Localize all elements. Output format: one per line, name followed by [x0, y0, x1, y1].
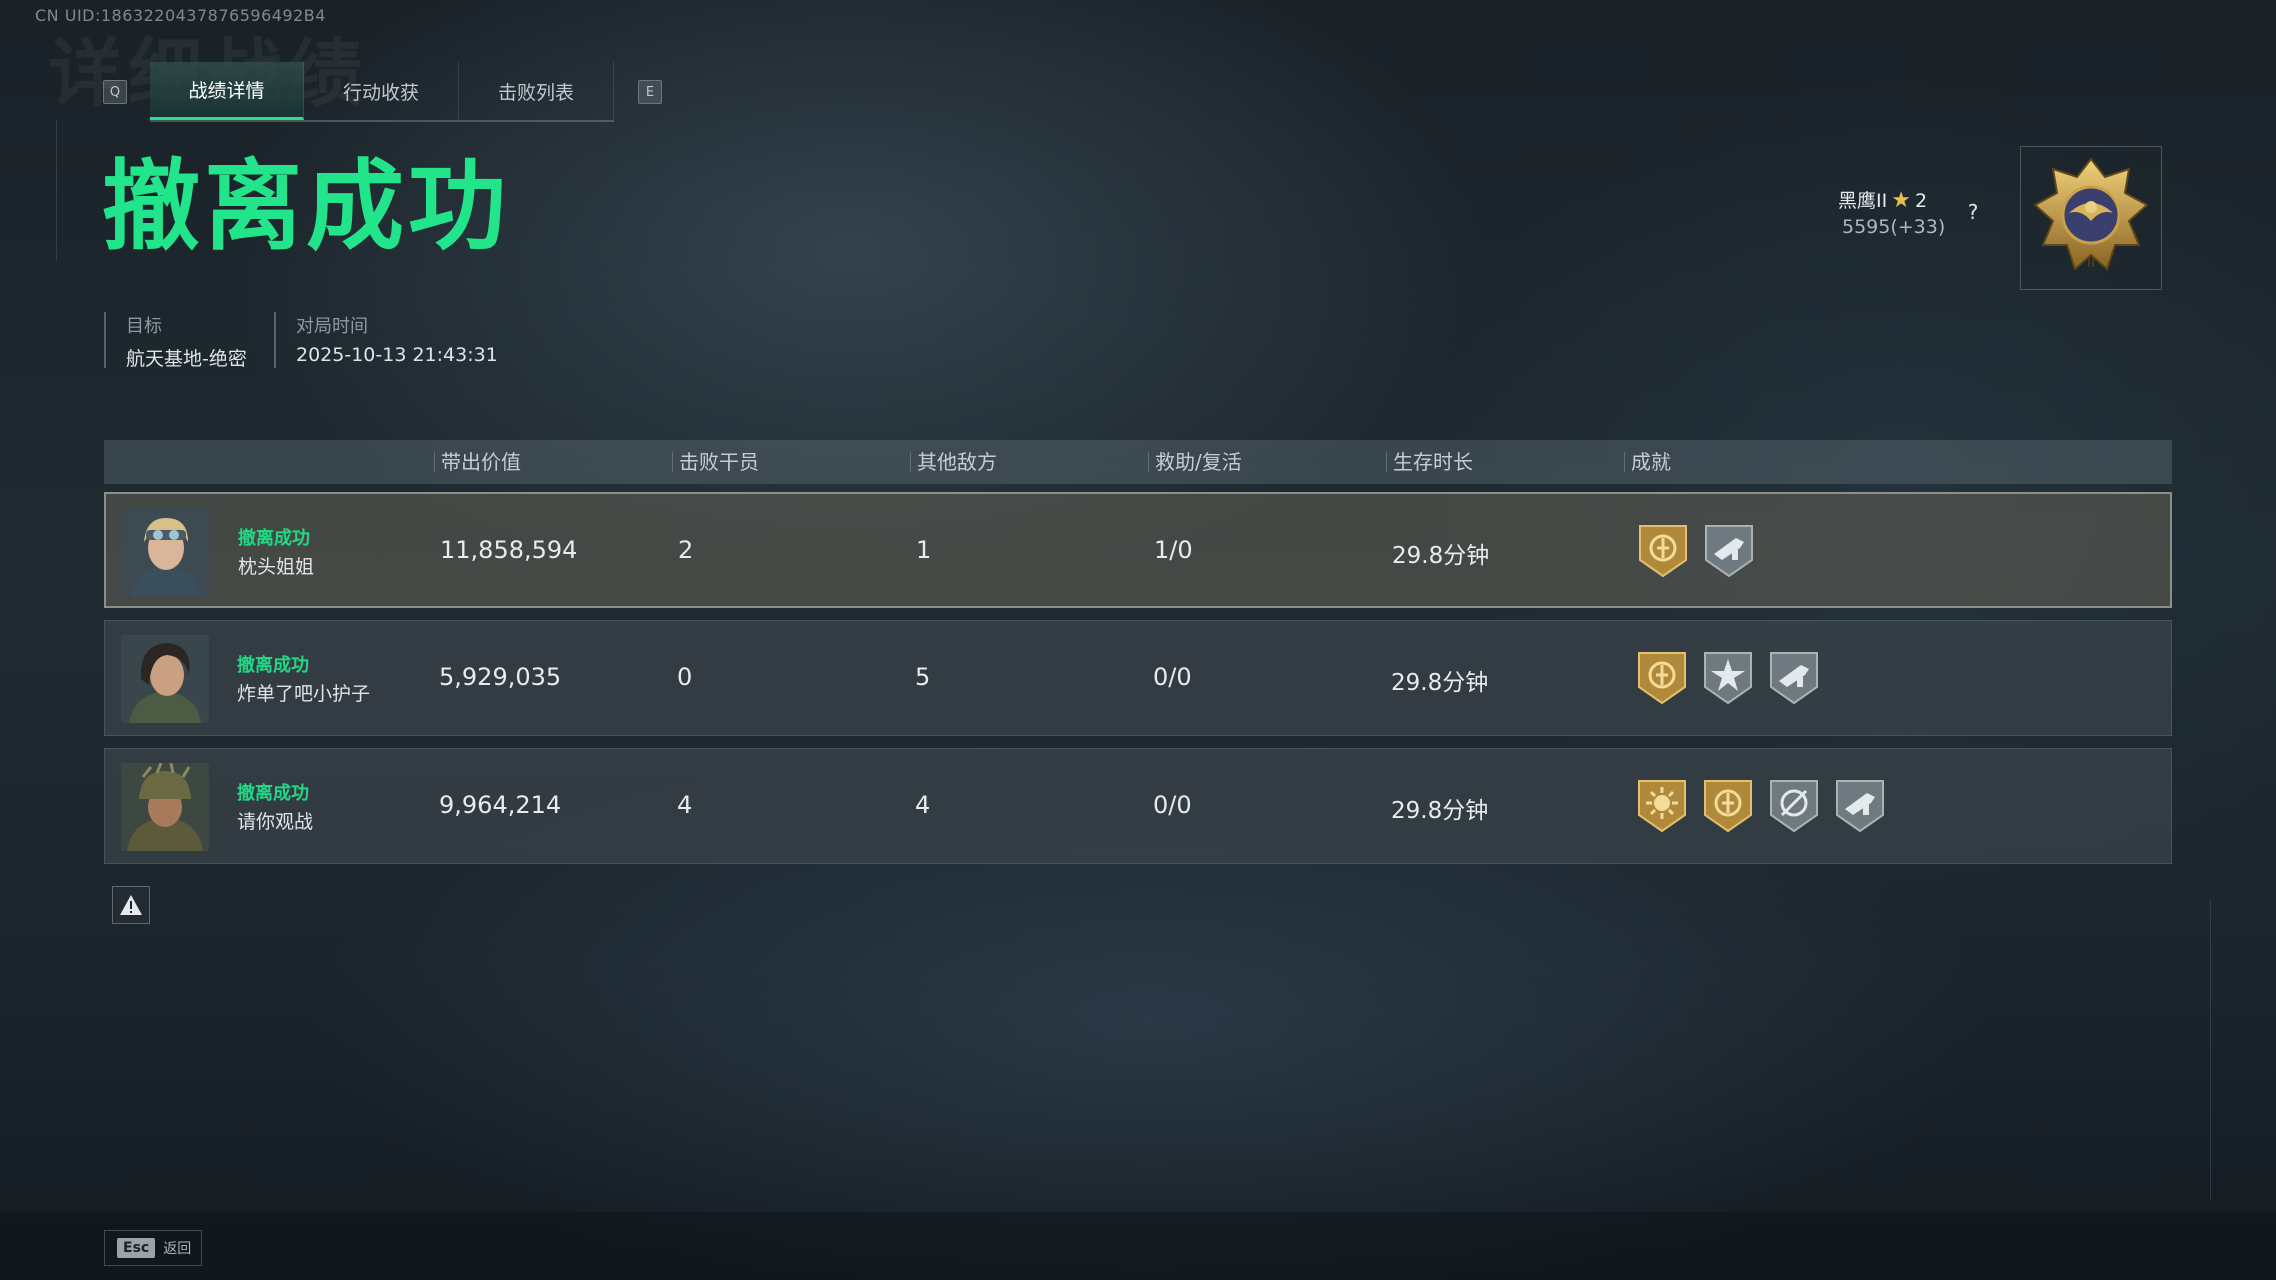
assist-revive: 0/0	[1153, 791, 1192, 819]
achievements	[1635, 775, 1887, 835]
survival-time: 29.8分钟	[1392, 543, 1490, 569]
gold-medal-icon[interactable]	[1635, 647, 1689, 707]
target-info: 目标 航天基地-绝密	[104, 312, 247, 370]
result-title: 撤离成功	[102, 150, 511, 264]
player-status: 撤离成功	[238, 528, 310, 549]
avatar	[121, 763, 209, 851]
back-button[interactable]: Esc 返回	[104, 1230, 203, 1266]
operator-kills: 4	[677, 791, 693, 819]
achievements	[1636, 520, 1756, 580]
gold-sun-icon[interactable]	[1635, 775, 1689, 835]
bottom-bar	[0, 1212, 2276, 1280]
report-button[interactable]	[112, 886, 150, 924]
player-name: 炸单了吧小护子	[237, 683, 371, 705]
other-kills: 4	[915, 791, 931, 819]
back-label: 返回	[163, 1241, 192, 1257]
extract-value: 11,858,594	[440, 536, 578, 564]
rank-stars: 2	[1914, 190, 1928, 212]
rank-display: 黑鹰II ★ 2	[1838, 186, 1927, 213]
column-header: 其他敌方	[910, 452, 997, 472]
table-row[interactable]: 撤离成功 请你观战 9,964,214 4 4 0/0 29.8分钟	[104, 748, 2172, 864]
star-icon: ★	[1891, 188, 1911, 213]
warning-icon	[120, 895, 142, 915]
silver-weapon-icon[interactable]	[1833, 775, 1887, 835]
column-header: 生存时长	[1386, 452, 1473, 472]
tab-action-rewards[interactable]: 行动收获	[304, 62, 459, 120]
silver-star-icon[interactable]	[1701, 647, 1755, 707]
table-row[interactable]: 撤离成功 炸单了吧小护子 5,929,035 0 5 0/0 29.8分钟	[104, 620, 2172, 736]
tab-kill-list[interactable]: 击败列表	[459, 62, 614, 120]
assist-revive: 1/0	[1154, 536, 1193, 564]
silver-weapon-icon[interactable]	[1702, 520, 1756, 580]
prev-tab-key[interactable]: Q	[103, 80, 127, 104]
other-kills: 1	[916, 536, 932, 564]
player-name: 请你观战	[237, 811, 314, 833]
match-time-value: 2025-10-13 21:43:31	[296, 344, 498, 366]
player-status: 撤离成功	[237, 783, 309, 804]
target-value: 航天基地-绝密	[126, 348, 247, 370]
esc-key: Esc	[117, 1238, 156, 1258]
survival-time: 29.8分钟	[1391, 670, 1489, 696]
extract-value: 5,929,035	[439, 663, 562, 691]
rank-medal-icon: II	[2020, 146, 2162, 290]
player-name: 枕头姐姐	[238, 556, 315, 578]
tab-bar: 战绩详情 行动收获 击败列表	[150, 62, 614, 122]
column-header: 击败干员	[672, 452, 759, 472]
extract-value: 9,964,214	[439, 791, 562, 819]
silver-target-icon[interactable]	[1767, 775, 1821, 835]
column-header: 救助/复活	[1148, 452, 1242, 472]
decor-line	[56, 120, 57, 260]
column-header: 带出价值	[434, 452, 521, 472]
avatar	[121, 635, 209, 723]
table-row[interactable]: 撤离成功 枕头姐姐 11,858,594 2 1 1/0 29.8分钟	[104, 492, 2172, 608]
column-header: 成就	[1624, 452, 1671, 472]
player-status: 撤离成功	[237, 655, 309, 676]
survival-time: 29.8分钟	[1391, 798, 1489, 824]
achievements	[1635, 647, 1821, 707]
assist-revive: 0/0	[1153, 663, 1192, 691]
other-kills: 5	[915, 663, 931, 691]
avatar	[122, 508, 210, 596]
svg-text:II: II	[2087, 255, 2095, 271]
rank-score: 5595(+33)	[1842, 216, 1946, 238]
gold-medal-icon[interactable]	[1636, 520, 1690, 580]
operator-kills: 0	[677, 663, 693, 691]
rank-name: 黑鹰II	[1838, 190, 1888, 212]
target-label: 目标	[126, 316, 162, 337]
silver-weapon-icon[interactable]	[1767, 647, 1821, 707]
table-header: 带出价值 击败干员 其他敌方 救助/复活 生存时长 成就	[104, 440, 2172, 484]
operator-kills: 2	[678, 536, 694, 564]
help-icon[interactable]: ?	[1960, 200, 1986, 226]
next-tab-key[interactable]: E	[638, 80, 662, 104]
tab-battle-details[interactable]: 战绩详情	[150, 62, 304, 120]
decor-line	[2210, 900, 2211, 1200]
gold-medal-icon[interactable]	[1701, 775, 1755, 835]
match-time-info: 对局时间 2025-10-13 21:43:31	[274, 312, 498, 368]
match-time-label: 对局时间	[296, 316, 368, 337]
